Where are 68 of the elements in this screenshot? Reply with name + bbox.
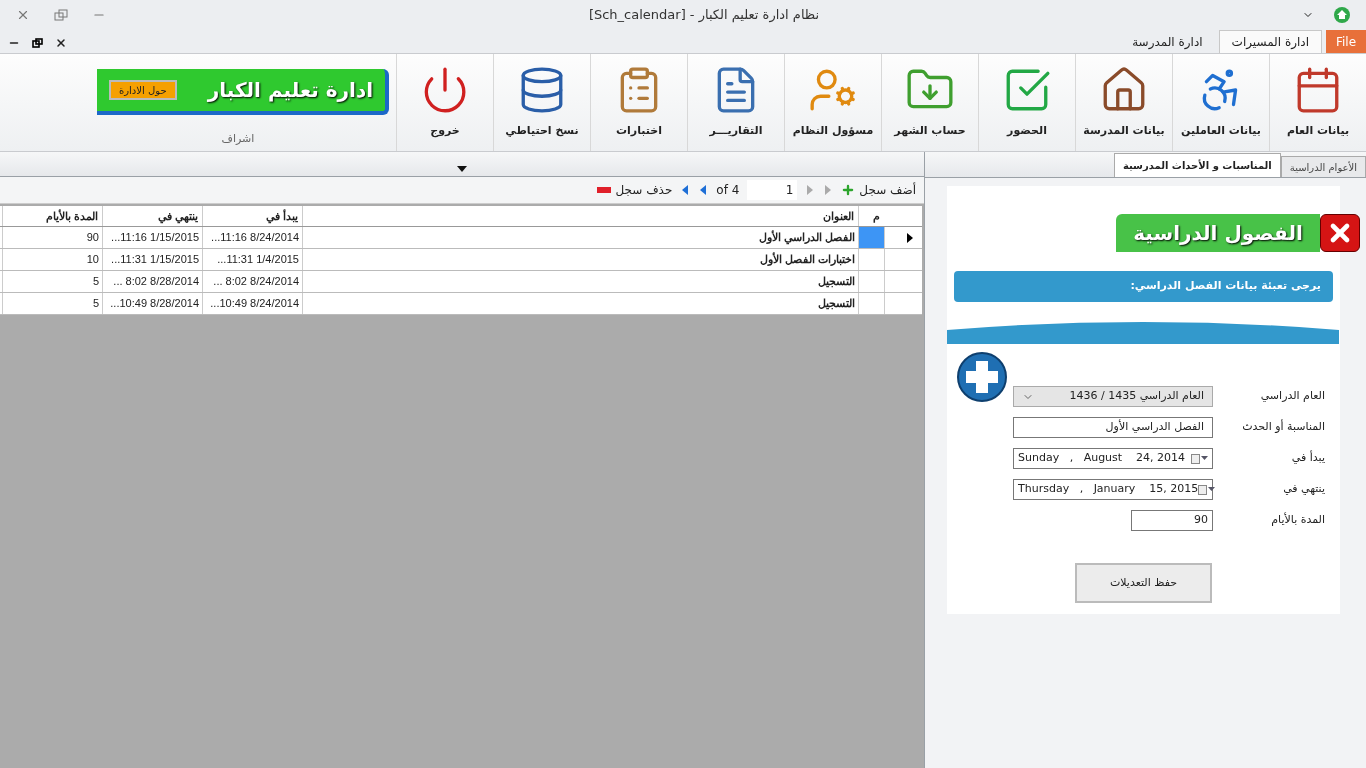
table-cell: اختبارات الفصل الأول — [302, 249, 858, 270]
table-cell: 1/15/2015 11:31... — [102, 249, 202, 270]
table-cell: 10 — [2, 249, 102, 270]
ribbon-tab[interactable]: ادارة المدرسة — [1120, 30, 1215, 53]
position-field[interactable]: 1 — [747, 180, 798, 200]
number-field[interactable]: 90 — [1131, 510, 1213, 531]
group-label: اشراف — [220, 130, 255, 147]
ribbon-button[interactable]: بيانات العام — [1269, 54, 1366, 151]
form-title: الفصول الدراسية — [1116, 214, 1320, 252]
calendar-dropdown-icon — [1191, 453, 1208, 464]
hint-bubble: يرجى تعبئة بيانات الفصل الدراسي: — [954, 271, 1333, 302]
restore-icon[interactable] — [32, 38, 43, 48]
banner-title: ادارة تعليم الكبار — [207, 77, 373, 105]
table-cell: التسجيل — [302, 271, 858, 292]
ribbon-button[interactable]: اختبارات — [590, 54, 687, 151]
table-cell: 90 — [2, 227, 102, 248]
next-record-icon[interactable] — [698, 184, 709, 196]
panel-tab[interactable]: الأعوام الدراسية — [1280, 156, 1366, 177]
ribbon-button[interactable]: الحضور — [978, 54, 1075, 151]
column-header[interactable]: م — [858, 206, 884, 226]
date-picker[interactable]: Sunday , August 24, 2014 — [1013, 448, 1213, 469]
ribbon-button[interactable]: بيانات العاملين — [1172, 54, 1269, 151]
table-cell: 1/4/2015 11:31... — [202, 249, 302, 270]
table-cell: 8/28/2014 8:02 ... — [102, 271, 202, 292]
window-title: نظام ادارة تعليم الكبار - [Sch_calendar] — [588, 6, 820, 25]
calendar-dropdown-icon — [1198, 484, 1216, 495]
ribbon-button[interactable]: حساب الشهر — [881, 54, 978, 151]
about-button[interactable]: حول الادارة — [109, 80, 177, 101]
table-cell: التسجيل — [302, 293, 858, 314]
record-count: of 4 — [716, 182, 740, 199]
delete-record-button[interactable]: حذف سجل — [597, 181, 673, 199]
field-label: العام الدراسي — [1259, 388, 1325, 405]
field-label: المناسبة أو الحدث — [1241, 419, 1325, 436]
column-header[interactable]: العنوان — [302, 206, 858, 226]
table-cell: 1/15/2015 11:16... — [102, 227, 202, 248]
table-cell: 8/24/2014 10:49... — [202, 293, 302, 314]
text-field[interactable]: الفصل الدراسي الأول — [1013, 417, 1213, 438]
year-select[interactable]: العام الدراسي 1435 / 1436 — [1013, 386, 1213, 407]
close-icon[interactable] — [55, 37, 67, 49]
field-label: المدة بالأيام — [1270, 512, 1325, 529]
field-label: ينتهي في — [1282, 481, 1325, 498]
column-header[interactable]: المدة بالأيام — [2, 206, 102, 226]
ribbon-tab[interactable]: ادارة المسيرات — [1218, 30, 1322, 53]
table-cell: الفصل الدراسي الأول — [302, 227, 858, 248]
plus-icon — [841, 183, 856, 197]
ribbon-button[interactable]: مسؤول النظام — [784, 54, 881, 151]
add-record-button[interactable]: أضف سجل — [841, 181, 916, 199]
column-header[interactable]: ينتهي في — [102, 206, 202, 226]
field-label: يبدأ في — [1290, 450, 1325, 467]
ribbon-button[interactable]: بيانات المدرسة — [1075, 54, 1172, 151]
table-cell: 5 — [2, 271, 102, 292]
home-icon[interactable] — [1334, 7, 1350, 23]
save-button[interactable]: حفظ التعديلات — [1075, 563, 1212, 603]
close-button[interactable] — [1320, 214, 1360, 252]
ribbon-button[interactable]: التقاريـــر — [687, 54, 784, 151]
table-cell: 8/24/2014 8:02 ... — [202, 271, 302, 292]
add-icon[interactable] — [957, 352, 1007, 402]
minus-icon — [597, 187, 612, 193]
ribbon-button[interactable]: نسخ احتياطي — [493, 54, 590, 151]
panel-tab[interactable]: المناسبات و الأحداث المدرسية — [1113, 153, 1281, 177]
table-cell: 8/24/2014 11:16... — [202, 227, 302, 248]
ribbon-button[interactable]: خروج — [396, 54, 493, 151]
date-picker[interactable]: Thursday , January 15, 2015 — [1013, 479, 1213, 500]
collapse-icon[interactable] — [457, 166, 467, 173]
table-cell: 8/28/2014 10:49... — [102, 293, 202, 314]
column-header[interactable]: يبدأ في — [202, 206, 302, 226]
last-record-icon[interactable] — [680, 184, 691, 196]
table-cell: 5 — [2, 293, 102, 314]
